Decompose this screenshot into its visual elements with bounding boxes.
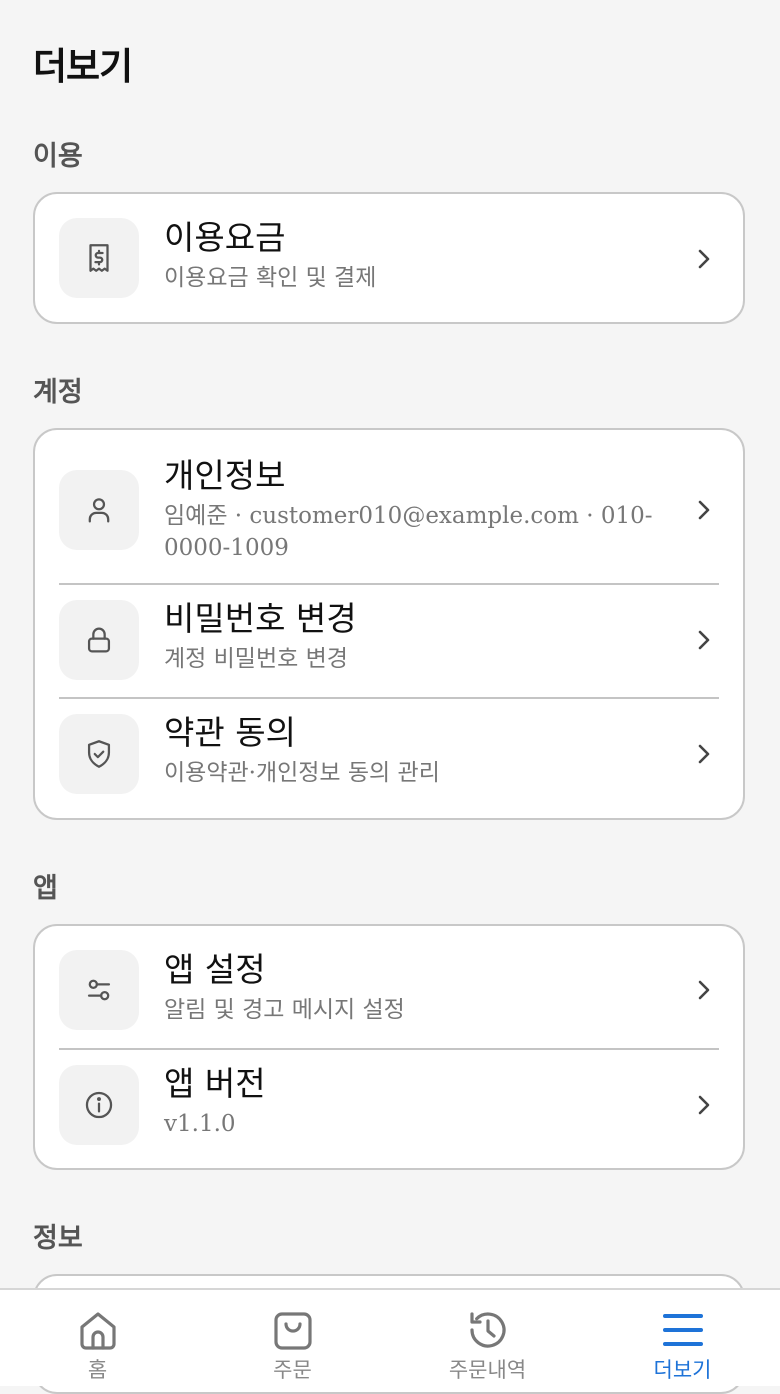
icon-box bbox=[59, 714, 139, 794]
section-title-app: 앱 bbox=[33, 873, 58, 904]
home-icon bbox=[79, 1312, 116, 1350]
section-title-usage: 이용 bbox=[33, 141, 83, 172]
menu-item-title: 앱 설정 bbox=[164, 950, 266, 989]
section-title-account: 계정 bbox=[33, 377, 83, 408]
shopping-bag-icon bbox=[273, 1312, 312, 1350]
nav-item-home[interactable]: 홈 bbox=[0, 1290, 195, 1388]
chevron-right-icon bbox=[698, 980, 710, 1000]
nav-item-orders[interactable]: 주문 bbox=[195, 1290, 390, 1388]
usage-card: 이용요금 이용요금 확인 및 결제 bbox=[33, 192, 745, 324]
menu-item-title: 개인정보 bbox=[164, 456, 286, 495]
section-title-info: 정보 bbox=[33, 1223, 83, 1254]
nav-label: 주문 bbox=[273, 1358, 312, 1382]
icon-box bbox=[59, 1065, 139, 1145]
app-card: 앱 설정 알림 및 경고 메시지 설정 앱 버전 v1.1.0 bbox=[33, 924, 745, 1170]
nav-label: 홈 bbox=[87, 1358, 108, 1382]
menu-item-subtitle: 임예준 · customer010@example.com · 010-0000… bbox=[164, 503, 653, 561]
nav-label: 더보기 bbox=[653, 1358, 712, 1382]
menu-item-subtitle: 계정 비밀번호 변경 bbox=[164, 646, 348, 672]
icon-box bbox=[59, 600, 139, 680]
icon-box bbox=[59, 950, 139, 1030]
chevron-right-icon bbox=[698, 630, 710, 650]
menu-item-fees[interactable]: 이용요금 이용요금 확인 및 결제 bbox=[35, 194, 743, 322]
menu-icon bbox=[662, 1314, 703, 1346]
menu-item-change-password[interactable]: 비밀번호 변경 계정 비밀번호 변경 bbox=[35, 583, 743, 697]
menu-item-subtitle: 이용요금 확인 및 결제 bbox=[164, 265, 377, 291]
menu-item-app-version[interactable]: 앱 버전 v1.1.0 bbox=[35, 1048, 743, 1168]
chevron-right-icon bbox=[698, 1095, 710, 1115]
menu-item-app-settings[interactable]: 앱 설정 알림 및 경고 메시지 설정 bbox=[35, 926, 743, 1048]
menu-item-title: 비밀번호 변경 bbox=[164, 599, 357, 638]
nav-item-order-history[interactable]: 주문내역 bbox=[390, 1290, 585, 1388]
menu-item-subtitle: 알림 및 경고 메시지 설정 bbox=[164, 997, 405, 1023]
chevron-right-icon bbox=[698, 500, 710, 520]
receipt-dollar-icon bbox=[89, 244, 109, 272]
icon-box bbox=[59, 218, 139, 298]
user-icon bbox=[88, 498, 110, 523]
menu-item-title: 이용요금 bbox=[164, 218, 286, 257]
chevron-right-icon bbox=[698, 249, 710, 269]
bottom-nav: 홈 주문 주문내역 더보기 bbox=[0, 1288, 780, 1386]
sliders-icon bbox=[87, 979, 111, 1001]
menu-item-subtitle: v1.1.0 bbox=[164, 1111, 236, 1137]
lock-icon bbox=[87, 627, 111, 653]
history-icon bbox=[469, 1312, 506, 1348]
menu-item-subtitle: 이용약관·개인정보 동의 관리 bbox=[164, 760, 440, 786]
menu-item-title: 약관 동의 bbox=[164, 713, 296, 752]
page-title: 더보기 bbox=[33, 45, 133, 88]
nav-label: 주문내역 bbox=[448, 1358, 527, 1382]
nav-item-more[interactable]: 더보기 bbox=[585, 1290, 780, 1388]
shield-check-icon bbox=[87, 740, 111, 768]
menu-item-terms-consent[interactable]: 약관 동의 이용약관·개인정보 동의 관리 bbox=[35, 697, 743, 818]
chevron-right-icon bbox=[698, 744, 710, 764]
menu-item-title: 앱 버전 bbox=[164, 1064, 266, 1103]
info-icon bbox=[85, 1091, 113, 1119]
menu-item-personal-info[interactable]: 개인정보 임예준 · customer010@example.com · 010… bbox=[35, 430, 743, 583]
icon-box bbox=[59, 470, 139, 550]
account-card: 개인정보 임예준 · customer010@example.com · 010… bbox=[33, 428, 745, 820]
